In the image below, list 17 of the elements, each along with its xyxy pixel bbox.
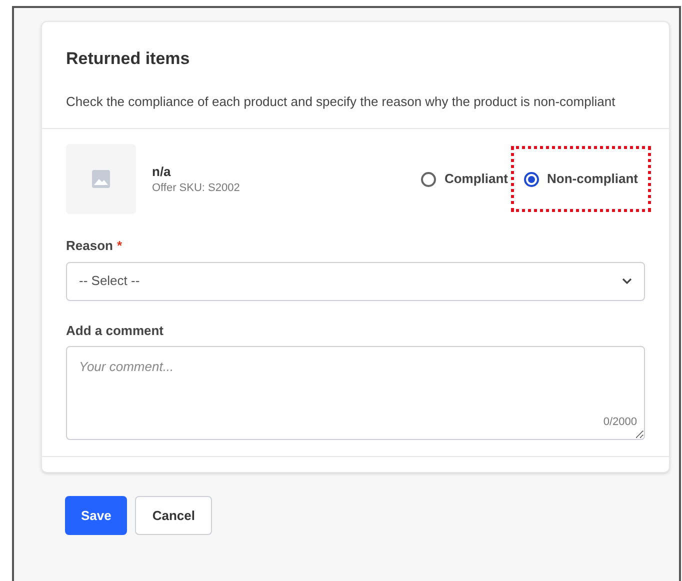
image-icon xyxy=(92,170,110,188)
radio-button[interactable] xyxy=(524,172,539,186)
radio-option[interactable]: Non-compliant xyxy=(514,149,648,209)
required-mark: * xyxy=(116,237,122,255)
chevron-down-icon xyxy=(622,278,632,284)
radio-option[interactable]: Compliant xyxy=(419,169,510,189)
card-description: Check the compliance of each product and specify the reason why the product is non-compliant xyxy=(66,93,616,111)
reason-select[interactable]: -- Select -- xyxy=(66,262,645,300)
product-sku: Offer SKU: S2002 xyxy=(152,181,240,195)
comment-label: Add a comment xyxy=(66,322,165,340)
character-counter: 0/2000 xyxy=(603,414,637,430)
radio-button[interactable] xyxy=(421,172,436,186)
reason-label: Reason xyxy=(66,237,113,255)
card-title: Returned items xyxy=(66,48,191,70)
cancel-button[interactable]: Cancel xyxy=(135,496,212,535)
product-name: n/a xyxy=(152,163,172,181)
save-button[interactable]: Save xyxy=(65,496,128,535)
